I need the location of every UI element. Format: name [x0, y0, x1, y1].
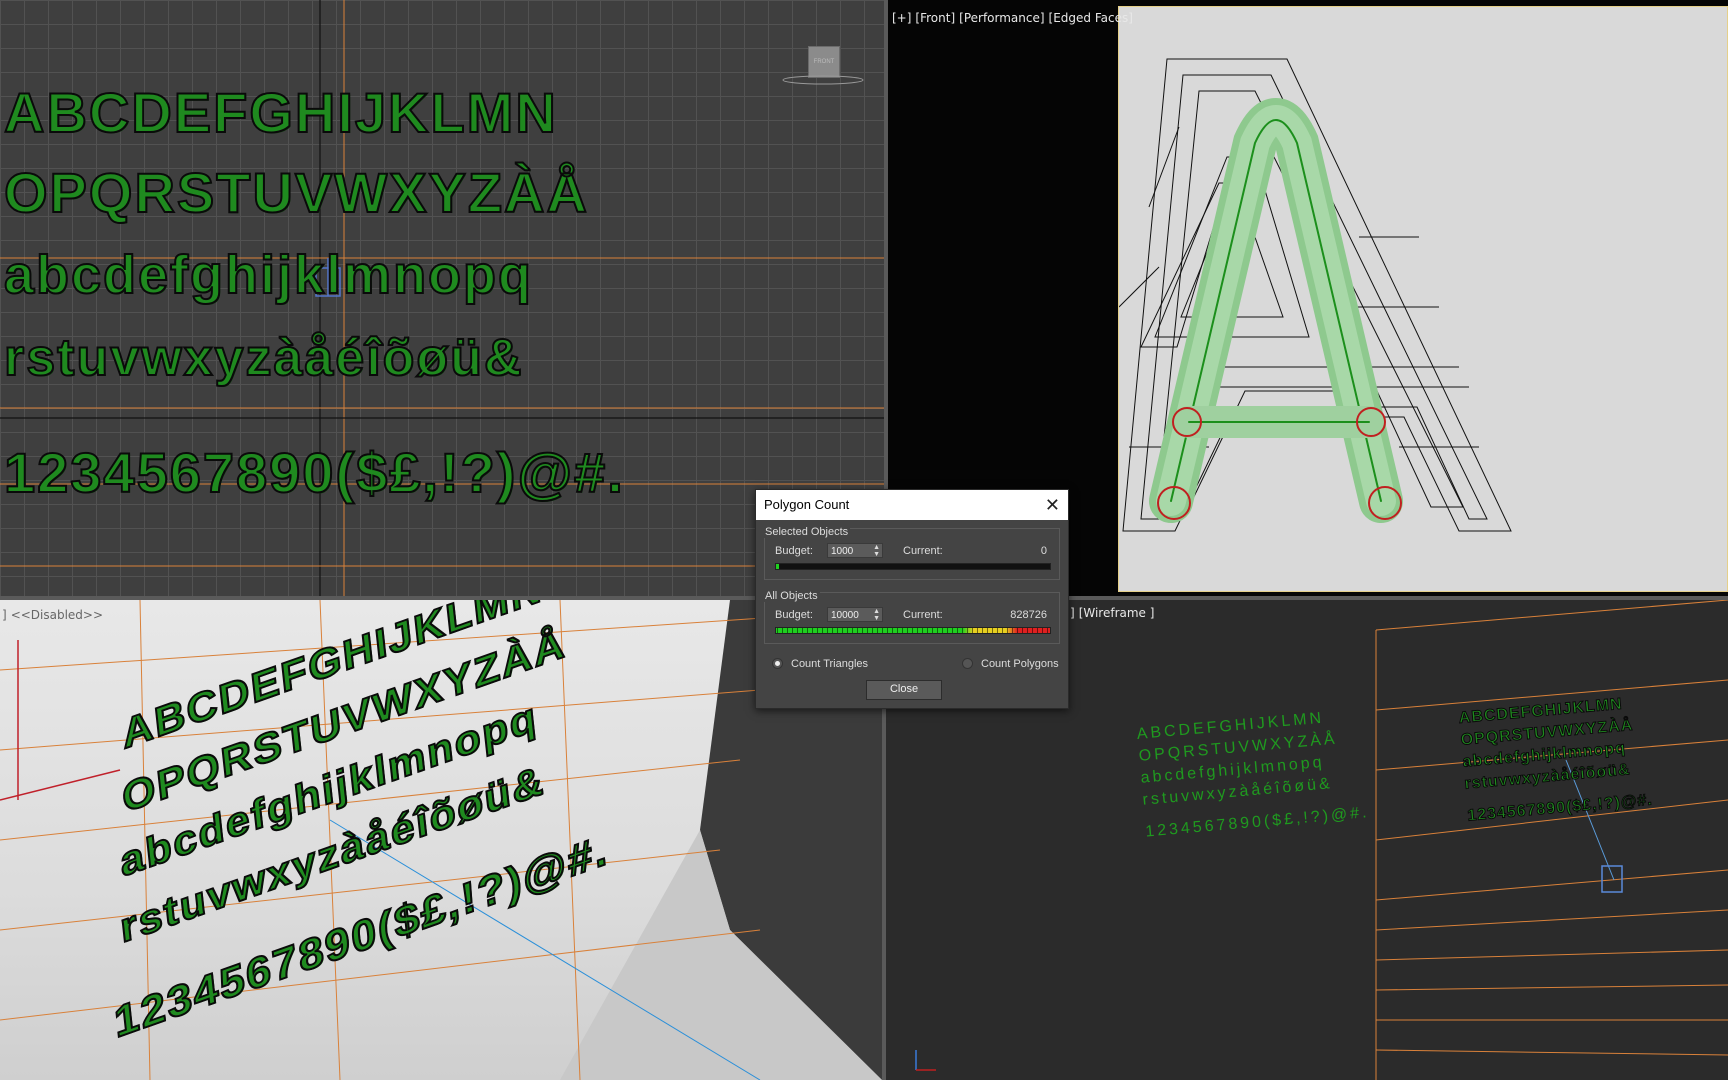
dialog-titlebar[interactable]: Polygon Count ✕ [756, 490, 1068, 520]
specimen-row-1: ABCDEFGHIJKLMN [3, 80, 558, 145]
all-objects-group: All Objects Budget: 10000 ▲ ▼ Current: 82… [763, 590, 1060, 644]
viewport-front-label[interactable]: [+] [Front] [Performance] [Edged Faces] [892, 11, 1137, 25]
viewport-bracket-2: ] [1070, 606, 1075, 620]
count-triangles-label: Count Triangles [791, 658, 869, 670]
specimen-row-3: abcdefghijklmnopq [3, 244, 534, 306]
wire-specimen-block-2: ABCDEFGHIJKLMN OPQRSTUVWXYZÀÅ abcdefghij… [1458, 692, 1654, 828]
count-triangles-option[interactable]: Count Triangles [772, 657, 869, 670]
all-objects-title: All Objects [763, 590, 820, 602]
specimen-row-4: rstuvwxyzàåéîõøü& [3, 328, 524, 388]
selected-budget-spinner[interactable]: 1000 ▲ ▼ [827, 543, 883, 558]
spinner-arrows-icon[interactable]: ▲ ▼ [873, 608, 880, 622]
all-budget-spinner[interactable]: 10000 ▲ ▼ [827, 607, 883, 622]
viewport-shading[interactable]: [Performance] [959, 11, 1044, 25]
viewport-plus-menu[interactable]: [+] [892, 11, 911, 25]
close-icon[interactable]: ✕ [1045, 490, 1060, 520]
viewport-perspective[interactable]: ] <<Disabled>> ABCDEFGHIJKLMN OPQRSTUVWXY… [0, 600, 882, 1080]
viewport-perspective-label[interactable]: ] <<Disabled>> [2, 608, 107, 622]
wire-specimen-block-1: ABCDEFGHIJKLMN OPQRSTUVWXYZÀÅ abcdefghij… [1136, 704, 1370, 843]
viewport-edged-faces[interactable]: [Edged Faces] [1049, 11, 1133, 25]
all-count-bar-fill [776, 628, 1050, 633]
specimen-row-5: 1234567890($£,!?)@#. [3, 440, 625, 505]
selected-current-value: 0 [1040, 545, 1047, 557]
all-budget-value: 10000 [831, 610, 859, 621]
all-current-label: Current: [903, 609, 943, 621]
selected-count-bar [775, 563, 1051, 570]
viewport-bracket: ] [2, 608, 7, 622]
selected-count-bar-fill [776, 564, 779, 569]
viewport-point-of-view[interactable]: [Front] [915, 11, 955, 25]
selected-budget-label: Budget: [775, 545, 813, 557]
selected-current-label: Current: [903, 545, 943, 557]
all-current-value: 828726 [1010, 609, 1047, 621]
selected-objects-title: Selected Objects [763, 526, 851, 538]
viewport-top-left[interactable]: FRONT ABCDEFGHIJKLMN OPQRSTUVWXYZÀÅ abcd… [0, 0, 884, 596]
spinner-arrows-icon[interactable]: ▲ ▼ [873, 544, 880, 558]
close-button[interactable]: Close [866, 680, 942, 700]
viewport-wireframe-label[interactable]: ] [Wireframe ] [1070, 606, 1158, 620]
all-budget-label: Budget: [775, 609, 813, 621]
viewport-wireframe-mode[interactable]: [Wireframe ] [1079, 606, 1155, 620]
front-viewport-canvas[interactable] [1118, 6, 1728, 592]
polygon-count-dialog[interactable]: Polygon Count ✕ Selected Objects Budget:… [755, 489, 1069, 709]
count-polygons-option[interactable]: Count Polygons [962, 657, 1059, 670]
count-polygons-label: Count Polygons [981, 658, 1059, 670]
dialog-title: Polygon Count [764, 497, 850, 512]
count-triangles-radio[interactable] [772, 657, 783, 669]
specimen-row-2: OPQRSTUVWXYZÀÅ [3, 160, 589, 225]
selected-budget-value: 1000 [831, 546, 854, 557]
letter-a-model [1119, 58, 1512, 532]
view-cube-ring [782, 75, 864, 85]
selected-objects-group: Selected Objects Budget: 1000 ▲ ▼ Current… [763, 526, 1060, 580]
count-polygons-radio[interactable] [962, 657, 973, 669]
all-count-bar [775, 627, 1051, 634]
viewport-disabled-flag[interactable]: <<Disabled>> [11, 608, 103, 622]
